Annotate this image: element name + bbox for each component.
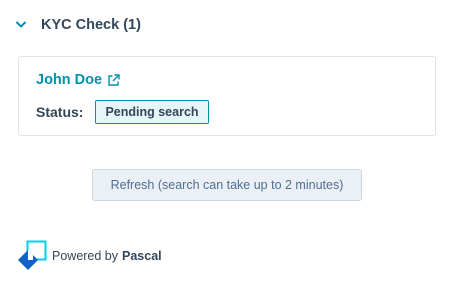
powered-by-text: Powered by Pascal bbox=[52, 249, 162, 263]
status-badge: Pending search bbox=[95, 100, 209, 124]
chevron-down-icon[interactable] bbox=[12, 16, 30, 34]
powered-by-footer: Powered by Pascal bbox=[17, 240, 162, 272]
external-link-icon[interactable] bbox=[107, 73, 120, 87]
pascal-logo-icon bbox=[17, 240, 49, 272]
status-label: Status: bbox=[36, 104, 84, 120]
refresh-button[interactable]: Refresh (search can take up to 2 minutes… bbox=[92, 169, 362, 201]
kyc-section-header[interactable]: KYC Check (1) bbox=[12, 12, 141, 38]
powered-by-label: Powered by bbox=[52, 249, 119, 263]
section-title: KYC Check (1) bbox=[41, 17, 141, 33]
brand-name: Pascal bbox=[122, 249, 162, 263]
record-name-link[interactable]: John Doe bbox=[36, 72, 102, 88]
record-name-row: John Doe bbox=[36, 72, 120, 88]
status-row: Status: Pending search bbox=[36, 100, 209, 124]
kyc-record-card: John Doe Status: Pending search bbox=[18, 56, 436, 136]
